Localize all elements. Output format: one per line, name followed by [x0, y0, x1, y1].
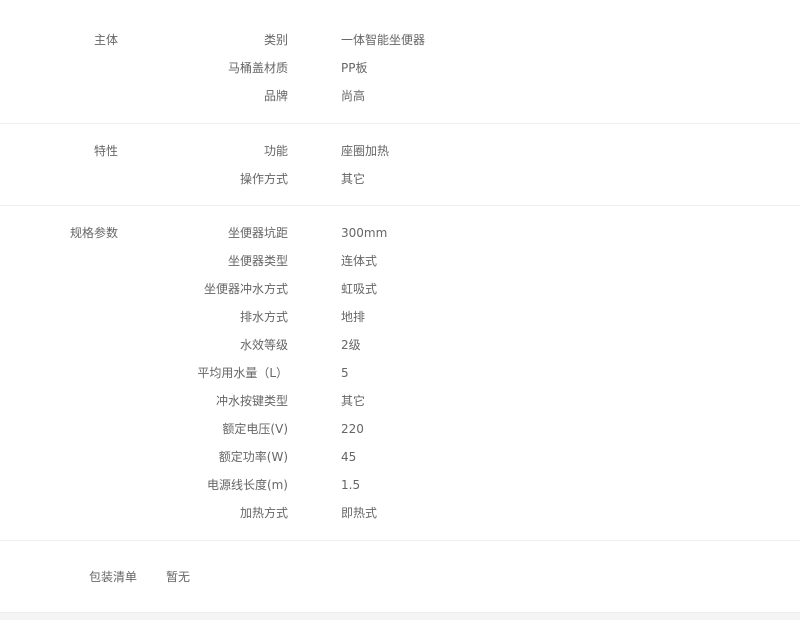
spec-label: 类别: [263, 33, 288, 47]
spec-value: 其它: [341, 394, 366, 408]
footer-divider: [0, 612, 800, 620]
spec-group-features: 特性 功能 座圈加热 操作方式 其它: [0, 123, 800, 206]
spec-value: 1.5: [341, 478, 361, 492]
spec-label: 额定功率(W): [218, 450, 288, 464]
spec-value: 尚高: [341, 89, 366, 103]
spec-page: 主体 类别 一体智能坐便器 马桶盖材质 PP板 品牌 尚高 特性 功能 座圈加热: [0, 0, 800, 620]
spec-row: 坐便器类型 连体式: [0, 247, 800, 275]
spec-row: 额定功率(W) 45: [0, 443, 800, 471]
spec-row: 排水方式 地排: [0, 303, 800, 331]
spec-value: 5: [341, 366, 349, 380]
spec-value: 其它: [341, 172, 366, 186]
spec-value: 即热式: [341, 506, 378, 520]
spec-row: 操作方式 其它: [0, 165, 800, 193]
spec-label: 坐便器坑距: [227, 226, 288, 240]
spec-row: 平均用水量（L） 5: [0, 359, 800, 387]
spec-group-main: 主体 类别 一体智能坐便器 马桶盖材质 PP板 品牌 尚高: [0, 0, 800, 124]
spec-row: 功能 座圈加热: [0, 137, 800, 165]
spec-row: 坐便器坑距 300mm: [0, 219, 800, 247]
spec-value: 300mm: [341, 226, 388, 240]
spec-label: 电源线长度(m): [206, 478, 288, 492]
spec-value: 连体式: [341, 254, 378, 268]
spec-label: 加热方式: [239, 506, 288, 520]
package-list-row: 包装清单 暂无: [0, 562, 800, 592]
spec-label: 马桶盖材质: [227, 61, 288, 75]
spec-group-specs: 规格参数 坐便器坑距 300mm 坐便器类型 连体式 坐便器冲水方式 虹吸式 排…: [0, 205, 800, 541]
spec-row: 马桶盖材质 PP板: [0, 54, 800, 82]
spec-label: 排水方式: [239, 310, 288, 324]
spec-value: 座圈加热: [341, 144, 390, 158]
spec-label: 品牌: [263, 89, 288, 103]
spec-label: 坐便器冲水方式: [203, 282, 288, 296]
spec-label: 坐便器类型: [227, 254, 288, 268]
spec-row: 品牌 尚高: [0, 82, 800, 110]
spec-label: 水效等级: [239, 338, 288, 352]
spec-row: 额定电压(V) 220: [0, 415, 800, 443]
spec-value: 一体智能坐便器: [341, 33, 426, 47]
spec-row: 加热方式 即热式: [0, 499, 800, 527]
package-list-label: 包装清单: [89, 570, 138, 584]
spec-label: 额定电压(V): [222, 422, 288, 436]
spec-row: 电源线长度(m) 1.5: [0, 471, 800, 499]
spec-label: 操作方式: [239, 172, 288, 186]
spec-row: 水效等级 2级: [0, 331, 800, 359]
spec-value: 虹吸式: [341, 282, 378, 296]
spec-row: 类别 一体智能坐便器: [0, 26, 800, 54]
package-list-value: 暂无: [166, 570, 191, 584]
spec-row: 冲水按键类型 其它: [0, 387, 800, 415]
spec-row: 坐便器冲水方式 虹吸式: [0, 275, 800, 303]
spec-label: 冲水按键类型: [215, 394, 288, 408]
spec-label: 平均用水量（L）: [197, 366, 288, 380]
spec-value: 2级: [341, 338, 361, 352]
spec-value: 45: [341, 450, 357, 464]
spec-value: PP板: [341, 61, 368, 75]
spec-value: 220: [341, 422, 364, 436]
spec-label: 功能: [263, 144, 288, 158]
spec-value: 地排: [341, 310, 366, 324]
